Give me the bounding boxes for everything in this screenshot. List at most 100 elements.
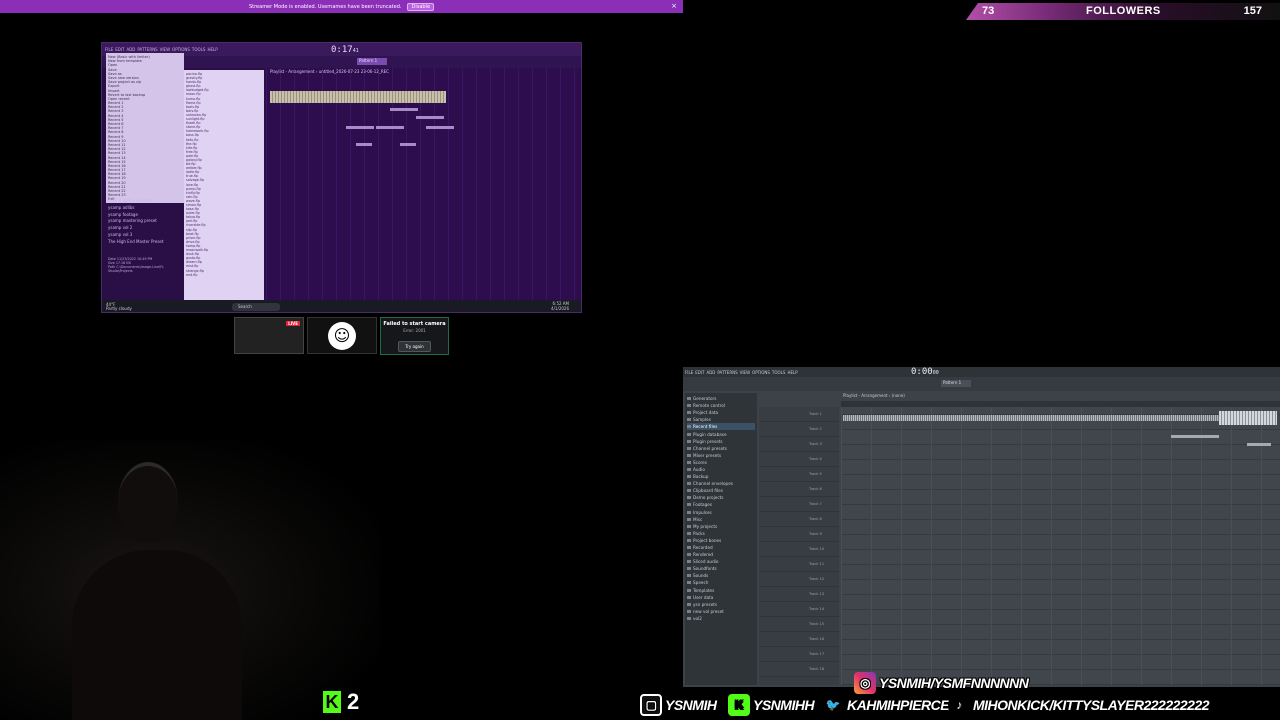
track-header[interactable]: Track 5 <box>759 467 839 482</box>
track-header[interactable]: Track 11 <box>759 557 839 572</box>
track-header[interactable]: Track 3 <box>759 437 839 452</box>
taskbar-search[interactable]: Search <box>232 303 280 311</box>
track-header[interactable]: Track 13 <box>759 587 839 602</box>
browser-folder-item[interactable]: Remote control <box>687 402 755 409</box>
playlist-grid[interactable] <box>841 407 1280 685</box>
menu-item-patterns[interactable]: PATTERNS <box>717 370 737 375</box>
try-again-button[interactable]: Try again <box>398 341 431 352</box>
menu-item-help[interactable]: HELP <box>787 370 797 375</box>
browser-folder-item[interactable]: Recent files <box>687 423 755 431</box>
menu-item-file[interactable]: FILE <box>105 47 113 52</box>
file-list-item[interactable]: end.flp <box>186 273 262 277</box>
browser-folder-item[interactable]: Impulses <box>687 509 755 516</box>
browser-folder-item[interactable]: Packs <box>687 530 755 537</box>
browser-folder-item[interactable]: Rendered <box>687 551 755 558</box>
menu-item-edit[interactable]: EDIT <box>695 370 704 375</box>
pattern-clip[interactable] <box>1171 435 1219 438</box>
track-header[interactable]: Track 9 <box>759 527 839 542</box>
menu-item-tools[interactable]: TOOLS <box>192 47 206 52</box>
browser-folder-item[interactable]: Footages <box>687 501 755 508</box>
pattern-clip[interactable] <box>390 108 418 111</box>
pattern-selector[interactable]: Pattern 1 <box>941 380 971 387</box>
track-header[interactable]: Track 12 <box>759 572 839 587</box>
browser-folder-item[interactable]: Speech <box>687 579 755 586</box>
track-header[interactable]: Track 16 <box>759 632 839 647</box>
browser-folder-item[interactable]: Soundfonts <box>687 565 755 572</box>
browser-folder-item[interactable]: Templates <box>687 587 755 594</box>
browser-folder-item[interactable]: Audio <box>687 466 755 473</box>
browser-folder-item[interactable]: Project bones <box>687 537 755 544</box>
browser-preset-item[interactable]: ysamp vol 2 <box>108 225 182 232</box>
file-menu-dropdown[interactable]: New (Basic with limiter) New from templat… <box>106 53 184 203</box>
recent-files-list[interactable]: pacino.flp gravity.flp hands.flp ghost.flp l… <box>184 70 264 312</box>
browser-preset-item[interactable]: The High End Master Preset <box>108 239 182 246</box>
browser-folder-item[interactable]: Recorded <box>687 544 755 551</box>
fl-studio-window[interactable]: FILE EDIT ADD PATTERNS VIEW OPTIONS TOOLS HELP … <box>683 367 1280 687</box>
menu-item-options[interactable]: OPTIONS <box>752 370 770 375</box>
browser-folder-item[interactable]: Project data <box>687 409 755 416</box>
pattern-clip[interactable] <box>400 143 416 146</box>
track-header[interactable]: Track 8 <box>759 512 839 527</box>
browser-preset-item[interactable]: ysamp vol 3 <box>108 232 182 239</box>
track-header[interactable]: Track 6 <box>759 482 839 497</box>
screen-share-tile[interactable]: LIVE <box>234 317 304 354</box>
playlist-arrangement[interactable]: Playlist - Arrangement › untitled_2026-0… <box>266 68 580 300</box>
browser-preset-item[interactable]: ysamp adlibs <box>108 205 182 212</box>
track-header[interactable]: Track 15 <box>759 617 839 632</box>
track-header[interactable]: Track 7 <box>759 497 839 512</box>
browser-folder-item[interactable]: Misc <box>687 516 755 523</box>
fl-studio-window-captured[interactable]: FILE EDIT ADD PATTERNS VIEW OPTIONS TOOLS HELP … <box>101 42 582 313</box>
audio-clip[interactable] <box>1219 411 1277 425</box>
pattern-selector[interactable]: Pattern 1 <box>357 58 387 65</box>
browser-folder-item[interactable]: Plugin presets <box>687 438 755 445</box>
pattern-clip[interactable] <box>346 126 374 129</box>
browser-folder-item[interactable]: Sliced audio <box>687 558 755 565</box>
browser-folder-item[interactable]: Backup <box>687 473 755 480</box>
browser-folder-item[interactable]: Channel presets <box>687 445 755 452</box>
track-header[interactable]: Track 4 <box>759 452 839 467</box>
browser-folder-item[interactable]: My projects <box>687 523 755 530</box>
pattern-clip[interactable] <box>416 116 444 119</box>
track-header[interactable]: Track 1 <box>759 407 839 422</box>
close-icon[interactable]: × <box>671 2 677 10</box>
audio-clip[interactable] <box>270 91 446 103</box>
browser-folder-item[interactable]: Plugin database <box>687 430 755 437</box>
pattern-clip[interactable] <box>1247 443 1271 446</box>
disable-streamer-mode-button[interactable]: Disable <box>407 2 435 11</box>
track-header[interactable]: Track 2 <box>759 422 839 437</box>
browser-recent-presets[interactable]: ysamp adlibs vibetech ysamp adlibs ysamp f… <box>106 196 184 244</box>
audio-clip[interactable] <box>843 415 1219 421</box>
menu-item-help[interactable]: HELP <box>207 47 217 52</box>
browser-folder-item[interactable]: ysn presets <box>687 601 755 608</box>
track-header[interactable]: Track 14 <box>759 602 839 617</box>
fl-browser-panel[interactable]: Generators Remote control Project data Samp… <box>685 393 757 685</box>
menu-item-tools[interactable]: TOOLS <box>772 370 786 375</box>
menu-item-patterns[interactable]: PATTERNS <box>137 47 157 52</box>
menu-item-add[interactable]: ADD <box>126 47 135 52</box>
browser-folder-item[interactable]: new vol preset <box>687 608 755 615</box>
browser-folder-item[interactable]: Sounds <box>687 572 755 579</box>
browser-preset-item[interactable]: ysamp footage <box>108 212 182 219</box>
browser-folder-item[interactable]: Channel envelopes <box>687 480 755 487</box>
track-header[interactable]: Track 10 <box>759 542 839 557</box>
browser-preset-item[interactable]: ysamp adlibs vibetech <box>108 198 182 205</box>
browser-preset-item[interactable]: ysamp mastering preset <box>108 218 182 225</box>
avatar-tile[interactable]: ☺ <box>307 317 377 354</box>
browser-folder-item[interactable]: User data <box>687 594 755 601</box>
menu-item-view[interactable]: VIEW <box>160 47 170 52</box>
menu-item-options[interactable]: OPTIONS <box>172 47 190 52</box>
track-header[interactable]: Track 17 <box>759 647 839 662</box>
pattern-clip[interactable] <box>356 143 372 146</box>
browser-folder-item[interactable]: Demo projects <box>687 494 755 501</box>
browser-folder-item[interactable]: Mixer presets <box>687 452 755 459</box>
browser-folder-item[interactable]: Generators <box>687 395 755 402</box>
playlist-track-headers[interactable]: Track 1 Track 2 Track 3 Track 4 Track 5 Track… <box>759 407 839 685</box>
browser-folder-item[interactable]: vol2 <box>687 615 755 622</box>
browser-folder-item[interactable]: Clipboard files <box>687 487 755 494</box>
menu-item-edit[interactable]: EDIT <box>115 47 124 52</box>
pattern-clip[interactable] <box>376 126 404 129</box>
menu-item-add[interactable]: ADD <box>706 370 715 375</box>
browser-folder-item[interactable]: Samples <box>687 416 755 423</box>
pattern-clip[interactable] <box>426 126 454 129</box>
browser-folder-item[interactable]: Scores <box>687 459 755 466</box>
